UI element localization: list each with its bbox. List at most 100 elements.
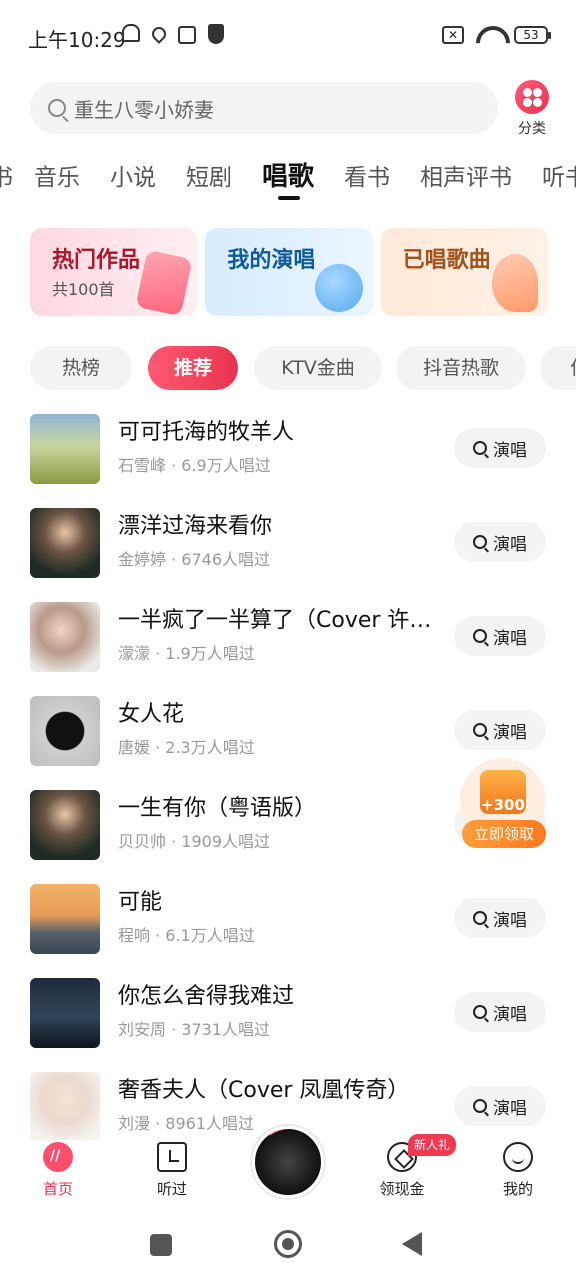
song-artist: 唐媛 <box>118 738 151 757</box>
song-title: 奢香夫人（Cover 凤凰传奇） <box>118 1078 410 1103</box>
song-row[interactable]: 可可托海的牧羊人 石雪峰 · 6.9万人唱过 演唱 <box>0 402 576 496</box>
sing-button[interactable]: 演唱 <box>454 710 546 750</box>
song-title: 你怎么舍得我难过 <box>118 984 295 1009</box>
album-cover <box>30 414 100 484</box>
hot-works-card[interactable]: 热门作品 共100首 <box>30 228 198 316</box>
sing-button[interactable]: 演唱 <box>454 522 546 562</box>
song-artist: 贝贝帅 <box>118 832 167 851</box>
top-tabs: 书 音乐 小说 短剧 唱歌 看书 相声评书 听书 <box>0 158 576 208</box>
song-row[interactable]: 你怎么舍得我难过 刘安周 · 3731人唱过 演唱 <box>0 966 576 1060</box>
song-row[interactable]: 漂洋过海来看你 金婷婷 · 6746人唱过 演唱 <box>0 496 576 590</box>
album-cover <box>30 602 100 672</box>
sim-off-icon: ✕ <box>442 26 464 44</box>
song-row[interactable]: 一半疯了一半算了（Cover 许… 濛濛 · 1.9万人唱过 演唱 <box>0 590 576 684</box>
sing-button[interactable]: 演唱 <box>454 1086 546 1126</box>
sing-count: 3731人唱过 <box>181 1020 271 1039</box>
tab-sing[interactable]: 唱歌 <box>262 158 314 193</box>
nav-home[interactable]: 首页 <box>18 1142 98 1199</box>
album-cover <box>30 978 100 1048</box>
song-title: 一半疯了一半算了（Cover 许… <box>118 608 432 633</box>
search-input[interactable]: 重生八零小娇妻 <box>30 82 498 134</box>
meta-separator: · <box>166 832 182 851</box>
tab-short-drama[interactable]: 短剧 <box>186 158 232 192</box>
song-meta: 刘安周 · 3731人唱过 <box>118 1016 270 1040</box>
new-user-badge: 新人礼 <box>408 1134 457 1156</box>
chip-douyin[interactable]: 抖音热歌 <box>396 346 526 390</box>
recent-apps-icon[interactable] <box>150 1234 172 1256</box>
mute-bell-icon <box>122 24 140 42</box>
meta-separator: · <box>150 644 166 663</box>
player-disc-button[interactable] <box>252 1126 324 1198</box>
status-bar: 上午10:29 ✕ 53 <box>0 0 576 72</box>
my-singing-card[interactable]: 我的演唱 <box>205 228 373 316</box>
phone-icon <box>135 249 193 316</box>
microphone-icon <box>314 264 363 312</box>
sing-button[interactable]: 演唱 <box>454 616 546 656</box>
system-nav <box>0 1210 576 1280</box>
status-time: 上午10:29 <box>28 28 126 52</box>
album-cover <box>30 884 100 954</box>
nav-history[interactable]: 听过 <box>132 1142 212 1199</box>
tab-novel[interactable]: 小说 <box>110 158 156 192</box>
location-icon <box>149 24 169 44</box>
sing-label: 演唱 <box>493 1098 527 1119</box>
sing-button[interactable]: 演唱 <box>454 898 546 938</box>
sing-count: 1.9万人唱过 <box>165 644 255 663</box>
back-icon[interactable] <box>402 1232 422 1256</box>
profile-icon <box>503 1142 533 1172</box>
filter-chips: 热榜 推荐 KTV金曲 抖音热歌 伤 <box>30 346 576 390</box>
meta-separator: · <box>150 1114 166 1133</box>
shield-icon <box>208 24 224 44</box>
home-button-icon[interactable] <box>274 1230 302 1258</box>
song-title: 漂洋过海来看你 <box>118 514 273 539</box>
tab-crosstalk[interactable]: 相声评书 <box>420 158 512 192</box>
grid-icon <box>515 80 549 114</box>
song-artist: 刘漫 <box>118 1114 151 1133</box>
feature-cards: 热门作品 共100首 我的演唱 已唱歌曲 <box>30 228 548 316</box>
sing-label: 演唱 <box>493 628 527 649</box>
nav-label: 领现金 <box>379 1180 425 1198</box>
song-meta: 程响 · 6.1万人唱过 <box>118 922 255 946</box>
tab-book[interactable]: 书 <box>0 158 13 192</box>
sung-songs-card[interactable]: 已唱歌曲 <box>380 228 548 316</box>
sing-button[interactable]: 演唱 <box>454 992 546 1032</box>
sing-label: 演唱 <box>493 1004 527 1025</box>
tab-audiobook[interactable]: 听书 <box>542 158 576 192</box>
search-icon <box>473 629 487 643</box>
chip-recommend[interactable]: 推荐 <box>148 346 238 390</box>
sing-label: 演唱 <box>493 440 527 461</box>
album-cover <box>30 696 100 766</box>
coin-icon: +300 <box>480 770 526 814</box>
meta-separator: · <box>166 1020 182 1039</box>
music-note-icon <box>491 254 538 312</box>
song-meta: 贝贝帅 · 1909人唱过 <box>118 828 270 852</box>
song-title: 可能 <box>118 890 163 915</box>
search-icon <box>473 1005 487 1019</box>
chip-hot-list[interactable]: 热榜 <box>30 346 132 390</box>
song-meta: 唐媛 · 2.3万人唱过 <box>118 734 255 758</box>
song-row[interactable]: 可能程响 · 6.1万人唱过 演唱 <box>0 872 576 966</box>
nav-profile[interactable]: 我的 <box>478 1142 558 1199</box>
category-button[interactable]: 分类 <box>510 80 554 138</box>
search-icon <box>473 441 487 455</box>
sing-count: 1909人唱过 <box>181 832 271 851</box>
category-label: 分类 <box>518 121 546 137</box>
battery-icon: 53 <box>514 26 551 44</box>
meta-separator: · <box>166 456 182 475</box>
meta-separator: · <box>166 550 182 569</box>
chip-ktv[interactable]: KTV金曲 <box>254 346 382 390</box>
sing-label: 演唱 <box>493 722 527 743</box>
reward-widget[interactable]: +300 立即领取 <box>458 756 548 848</box>
nav-label: 我的 <box>502 1180 533 1198</box>
song-meta: 石雪峰 · 6.9万人唱过 <box>118 452 271 476</box>
tab-read[interactable]: 看书 <box>344 158 390 192</box>
claim-button[interactable]: 立即领取 <box>462 820 546 848</box>
song-title: 一生有你（粤语版） <box>118 796 317 821</box>
tab-music[interactable]: 音乐 <box>34 158 80 192</box>
upload-icon <box>178 26 196 44</box>
chip-sad[interactable]: 伤 <box>540 346 576 390</box>
sing-button[interactable]: 演唱 <box>454 428 546 468</box>
status-icons-left <box>122 24 224 44</box>
search-placeholder: 重生八零小娇妻 <box>74 97 214 122</box>
song-artist: 石雪峰 <box>118 456 167 475</box>
